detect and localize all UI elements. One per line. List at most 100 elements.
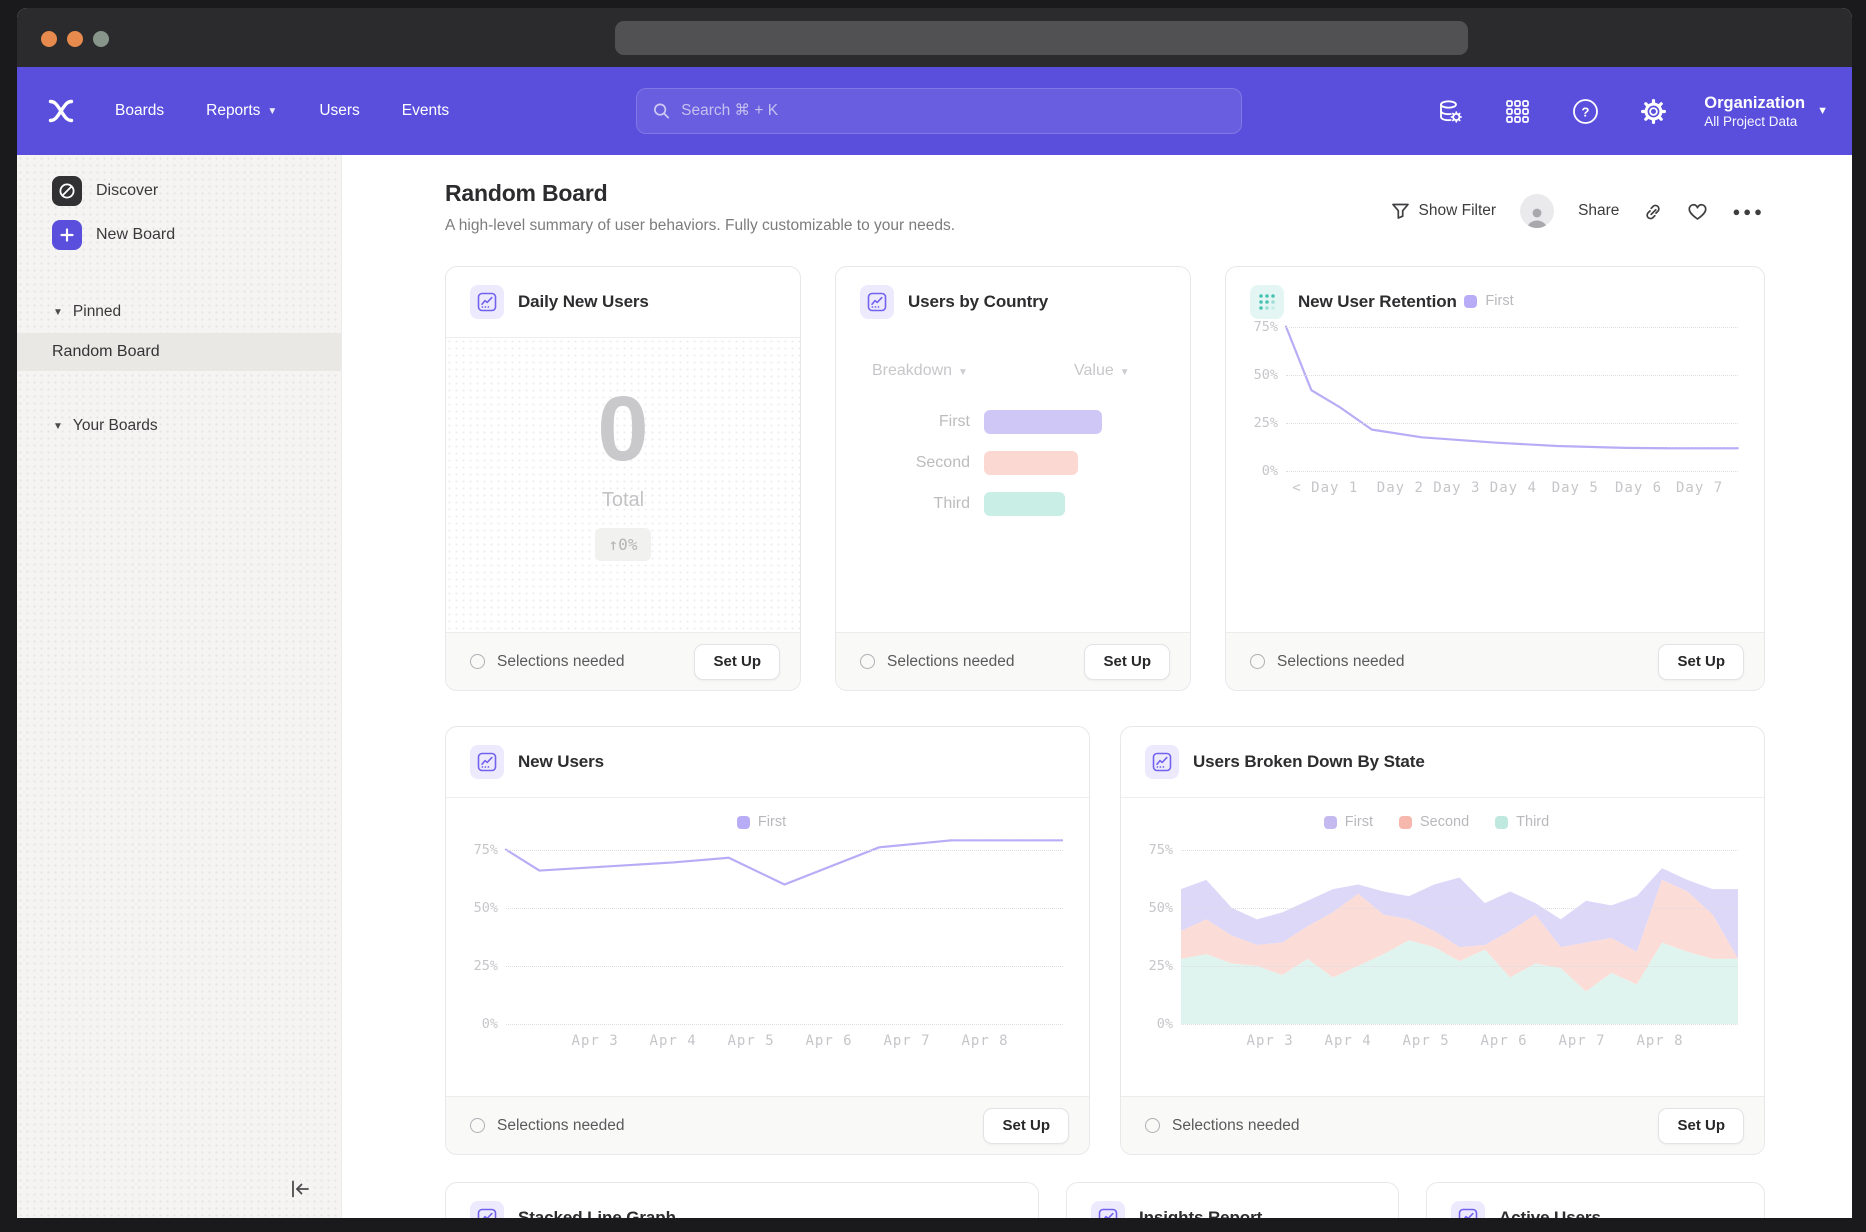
x-tick-label: Apr 3 xyxy=(572,1033,619,1049)
country-column-headers: Breakdown▼ Value▼ xyxy=(836,362,1190,384)
mixpanel-logo[interactable] xyxy=(48,99,74,123)
window-close-button[interactable] xyxy=(41,31,57,47)
apps-grid-icon[interactable] xyxy=(1504,98,1531,125)
y-tick-label: 50% xyxy=(1149,900,1173,916)
copy-link-button[interactable] xyxy=(1643,202,1663,221)
gridline xyxy=(506,908,1063,909)
state-area-chart: FirstSecondThird 75%50%25%0% Apr 3Apr 4A… xyxy=(1121,812,1764,1052)
gridline xyxy=(1286,423,1738,424)
y-tick-label: 0% xyxy=(1157,1016,1173,1032)
legend-item: Third xyxy=(1495,814,1549,830)
person-icon xyxy=(1525,206,1549,228)
card-title: New Users xyxy=(518,752,604,772)
sidebar-section-your-boards[interactable]: ▼ Your Boards xyxy=(17,411,341,441)
search-input[interactable] xyxy=(681,102,1225,120)
avatar[interactable] xyxy=(1520,194,1554,228)
set-up-button[interactable]: Set Up xyxy=(983,1108,1069,1144)
nav-reports[interactable]: Reports▼ xyxy=(206,102,277,120)
sidebar-item-new-board[interactable]: New Board xyxy=(17,213,341,257)
card-new-user-retention: New User Retention First 75%50%25%0% < D… xyxy=(1225,266,1765,691)
value-dropdown[interactable]: Value▼ xyxy=(1074,362,1130,380)
x-tick-label: Apr 7 xyxy=(1558,1033,1605,1049)
x-axis-labels: Apr 3Apr 4Apr 5Apr 6Apr 7Apr 8 xyxy=(1181,1024,1738,1052)
legend-swatch xyxy=(1324,816,1337,829)
nav-boards[interactable]: Boards xyxy=(115,102,164,120)
window-minimize-button[interactable] xyxy=(67,31,83,47)
nav-events[interactable]: Events xyxy=(402,102,449,120)
card-title: Stacked Line Graph xyxy=(518,1208,676,1218)
chart-line-icon xyxy=(1451,1201,1485,1218)
heart-icon xyxy=(1687,202,1708,221)
x-tick-label: Apr 5 xyxy=(1403,1033,1450,1049)
chevron-down-icon: ▼ xyxy=(1120,367,1130,378)
y-tick-label: 25% xyxy=(474,958,498,974)
card-title: Users Broken Down By State xyxy=(1193,752,1425,772)
sidebar-section-pinned[interactable]: ▼ Pinned xyxy=(17,297,341,327)
card-title: Active Users xyxy=(1499,1208,1601,1218)
x-tick-label: Apr 4 xyxy=(650,1033,697,1049)
chevron-down-icon: ▼ xyxy=(958,367,968,378)
more-options-button[interactable]: ●●● xyxy=(1732,204,1765,219)
kpi-label: Total xyxy=(602,489,644,512)
chevron-down-icon: ▼ xyxy=(267,106,277,117)
status-text: Selections needed xyxy=(1277,653,1405,671)
share-button[interactable]: Share xyxy=(1578,202,1619,220)
plot-area xyxy=(1286,317,1738,471)
sidebar-item-discover[interactable]: Discover xyxy=(17,169,341,213)
card-active-users: Active Users xyxy=(1426,1182,1765,1218)
x-axis-labels: Apr 3Apr 4Apr 5Apr 6Apr 7Apr 8 xyxy=(506,1024,1063,1052)
chevron-down-icon: ▼ xyxy=(53,307,63,318)
address-bar[interactable] xyxy=(615,21,1468,55)
set-up-button[interactable]: Set Up xyxy=(1658,1108,1744,1144)
x-tick-label: Apr 6 xyxy=(805,1033,852,1049)
global-search[interactable] xyxy=(636,88,1242,134)
set-up-button[interactable]: Set Up xyxy=(1658,644,1744,680)
org-switcher[interactable]: Organization All Project Data ▼ xyxy=(1704,93,1828,129)
card-new-users: New Users First 75%50%25%0% Apr 3Apr 4Ap… xyxy=(445,726,1090,1155)
y-tick-label: 25% xyxy=(1254,415,1278,431)
x-tick-label: Day 2 xyxy=(1377,480,1424,496)
sidebar-board-random-board[interactable]: Random Board xyxy=(17,333,341,371)
legend-item: Second xyxy=(1399,814,1469,830)
data-management-icon[interactable] xyxy=(1436,98,1463,125)
top-navbar: Boards Reports▼ Users Events xyxy=(17,67,1852,155)
chart-line-icon xyxy=(470,745,504,779)
legend-swatch xyxy=(1399,816,1412,829)
chevron-down-icon: ▼ xyxy=(1817,105,1828,117)
x-tick-label: Apr 8 xyxy=(961,1033,1008,1049)
country-row-label: Second xyxy=(836,454,970,472)
x-tick-label: < Day 1 xyxy=(1292,480,1358,496)
traffic-lights xyxy=(41,31,109,47)
card-title: Users by Country xyxy=(908,292,1048,312)
country-row-bar xyxy=(984,451,1078,475)
nav-users[interactable]: Users xyxy=(319,102,359,120)
chart-line-icon xyxy=(1091,1201,1125,1218)
country-row-label: Third xyxy=(836,495,970,513)
country-row-bar xyxy=(984,492,1065,516)
status-radio-icon xyxy=(470,654,485,669)
y-tick-label: 0% xyxy=(482,1016,498,1032)
filter-funnel-icon xyxy=(1391,202,1410,220)
status-radio-icon xyxy=(1250,654,1265,669)
y-tick-label: 75% xyxy=(1149,842,1173,858)
settings-gear-icon[interactable] xyxy=(1640,98,1667,125)
window-zoom-button[interactable] xyxy=(93,31,109,47)
breakdown-dropdown[interactable]: Breakdown▼ xyxy=(872,362,968,380)
set-up-button[interactable]: Set Up xyxy=(694,644,780,680)
gridline xyxy=(1181,966,1738,967)
y-tick-label: 75% xyxy=(474,842,498,858)
search-icon xyxy=(653,102,670,120)
y-tick-label: 25% xyxy=(1149,958,1173,974)
x-tick-label: Day 5 xyxy=(1552,480,1599,496)
favorite-button[interactable] xyxy=(1687,202,1708,221)
collapse-left-icon xyxy=(289,1179,311,1199)
show-filter-button[interactable]: Show Filter xyxy=(1391,202,1497,220)
gridline xyxy=(1181,908,1738,909)
card-title: Insights Report xyxy=(1139,1208,1262,1218)
series-line xyxy=(506,840,952,884)
series-line xyxy=(1286,327,1666,449)
help-icon[interactable]: ? xyxy=(1572,98,1599,125)
discover-compass-icon xyxy=(52,176,82,206)
set-up-button[interactable]: Set Up xyxy=(1084,644,1170,680)
sidebar-collapse-button[interactable] xyxy=(285,1176,315,1202)
